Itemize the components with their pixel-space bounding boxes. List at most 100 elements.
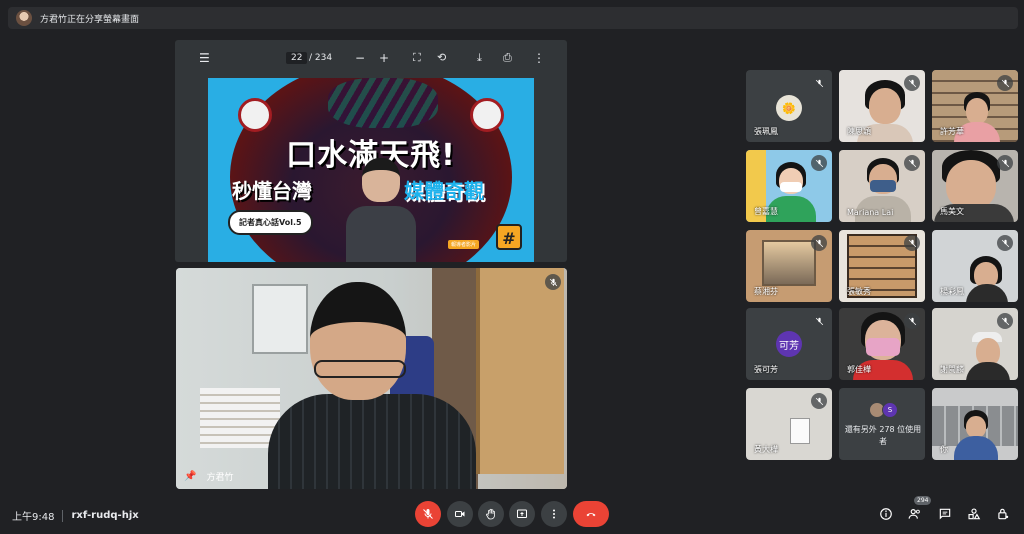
bookshelf: [252, 284, 308, 354]
participant-tile[interactable]: Mariana Lai: [839, 150, 925, 222]
mic-off-icon: [904, 75, 920, 91]
raise-hand-button[interactable]: [478, 501, 504, 527]
pin-icon: 📌: [184, 471, 197, 482]
door: [476, 268, 564, 474]
download-icon[interactable]: ⤓: [477, 51, 482, 65]
participant-name: 許芳華: [940, 127, 964, 136]
participant-name: 蔡湘芬: [754, 287, 778, 296]
menu-icon[interactable]: ☰: [199, 51, 210, 65]
presenter-avatar: [16, 10, 32, 26]
people-icon: [908, 509, 920, 519]
more-vert-icon[interactable]: ⋮: [533, 51, 545, 65]
presenting-banner: 方君竹正在分享螢幕畫面: [8, 7, 1018, 29]
mic-off-icon: [811, 393, 827, 409]
pinned-video-tile[interactable]: 📌 方君竹: [176, 268, 567, 489]
shared-screen-pdf-viewer: ☰ 22 / 234 − + ⛶ ⟲ ⤓ ⎙ ⋮ 口水滿天飛! 秒懂台灣 媒體奇…: [175, 40, 567, 262]
lock-person-icon: [998, 508, 1009, 520]
rotate-icon[interactable]: ⟲: [437, 51, 446, 64]
participant-tile[interactable]: 黃大樺: [746, 388, 832, 460]
slide-subtitle-left: 秒懂台灣: [232, 179, 312, 203]
people-button[interactable]: [907, 506, 923, 522]
participant-tile[interactable]: 蔡湘芬: [746, 230, 832, 302]
mic-off-icon: [423, 509, 433, 519]
info-icon: [880, 508, 892, 520]
chat-button[interactable]: [937, 506, 953, 522]
slide-tag: 報導者影片: [448, 240, 480, 249]
activities-icon: [968, 508, 981, 520]
participant-name: 你: [940, 445, 948, 454]
pdf-toolbar: ☰ 22 / 234 − + ⛶ ⟲ ⤓ ⎙ ⋮: [175, 40, 567, 77]
zoom-in-icon[interactable]: +: [379, 51, 389, 65]
participant-name: 陳思穎: [847, 127, 871, 136]
mic-off-icon: [811, 155, 827, 171]
participant-name: 曾嘉慧: [754, 207, 778, 216]
chat-icon: [939, 508, 951, 520]
mic-off-icon: [811, 235, 827, 251]
mic-off-icon: [545, 274, 561, 290]
participant-name: 張珮鳳: [754, 127, 778, 136]
slide-swirl-decoration: [328, 78, 438, 128]
more-options-button[interactable]: [541, 501, 567, 527]
mic-off-icon: [997, 155, 1013, 171]
avatar: S: [882, 402, 898, 418]
speaker-name: 方君竹: [206, 473, 234, 483]
mic-off-icon: [904, 313, 920, 329]
presenting-text: 方君竹正在分享螢幕畫面: [40, 14, 140, 25]
participant-tile[interactable]: 🌼 張珮鳳: [746, 70, 832, 142]
meeting-info: 上午9:48 rxf-rudq-hjx: [12, 508, 139, 523]
avatar: 🌼: [776, 95, 802, 121]
slide-host-figure: [346, 158, 416, 262]
participant-name: 郭佳樺: [847, 365, 871, 374]
mic-toggle-button[interactable]: [415, 501, 441, 527]
participant-name: 楊彩鳳: [940, 287, 964, 296]
present-screen-button[interactable]: [509, 501, 535, 527]
participant-name: 張敏秀: [847, 287, 871, 296]
slide-subtitle-right: 媒體奇觀: [404, 179, 484, 203]
videocam-icon: [455, 511, 465, 517]
page-number-input[interactable]: 22: [286, 52, 308, 64]
mic-off-icon: [997, 235, 1013, 251]
mic-off-icon: [904, 235, 920, 251]
participant-tile[interactable]: 許芳華: [932, 70, 1018, 142]
mic-off-icon: [997, 75, 1013, 91]
host-controls-button[interactable]: [995, 506, 1011, 522]
more-participants-label: 還有另外 278 位使用者: [844, 425, 922, 446]
participant-tile[interactable]: 馬美文: [932, 150, 1018, 222]
speaker-body: [268, 394, 476, 489]
mic-off-icon: [811, 313, 827, 329]
fit-page-icon[interactable]: ⛶: [413, 51, 421, 65]
leave-call-button[interactable]: [573, 501, 609, 527]
speaker-glasses: [314, 360, 406, 378]
participant-name: Mariana Lai: [847, 208, 894, 217]
participant-name: 張可芳: [754, 365, 778, 374]
call-end-icon: [586, 513, 596, 517]
meeting-details-button[interactable]: [878, 506, 894, 522]
participant-tile[interactable]: 謝閩麟: [932, 308, 1018, 380]
participant-name: 馬美文: [940, 207, 964, 216]
participant-tile[interactable]: 曾嘉慧: [746, 150, 832, 222]
participant-tile[interactable]: 郭佳樺: [839, 308, 925, 380]
more-participants-tile[interactable]: S 還有另外 278 位使用者: [839, 388, 925, 460]
participant-tile[interactable]: 你: [932, 388, 1018, 460]
pinned-name-label: 📌 方君竹: [184, 470, 233, 483]
clock-time: 上午9:48: [12, 512, 55, 523]
participant-count-badge: 294: [914, 496, 932, 505]
meeting-code: rxf-rudq-hjx: [71, 510, 139, 521]
megaphone-icon: [470, 98, 504, 132]
activities-button[interactable]: [966, 506, 982, 522]
more-vert-icon: [553, 509, 555, 519]
print-icon[interactable]: ⎙: [503, 51, 512, 65]
hashtag-icon: #: [496, 224, 522, 250]
participant-tile[interactable]: 張敏秀: [839, 230, 925, 302]
mic-off-icon: [811, 75, 827, 91]
participant-tile[interactable]: 可芳 張可芳: [746, 308, 832, 380]
mic-off-icon: [997, 313, 1013, 329]
zoom-out-icon[interactable]: −: [355, 51, 365, 65]
present-to-all-icon: [517, 509, 527, 518]
participant-tile[interactable]: 陳思穎: [839, 70, 925, 142]
book-stack: [200, 388, 280, 448]
participant-tile[interactable]: 楊彩鳳: [932, 230, 1018, 302]
participant-name: 黃大樺: [754, 445, 778, 454]
avatar: 可芳: [776, 331, 802, 357]
camera-toggle-button[interactable]: [447, 501, 473, 527]
